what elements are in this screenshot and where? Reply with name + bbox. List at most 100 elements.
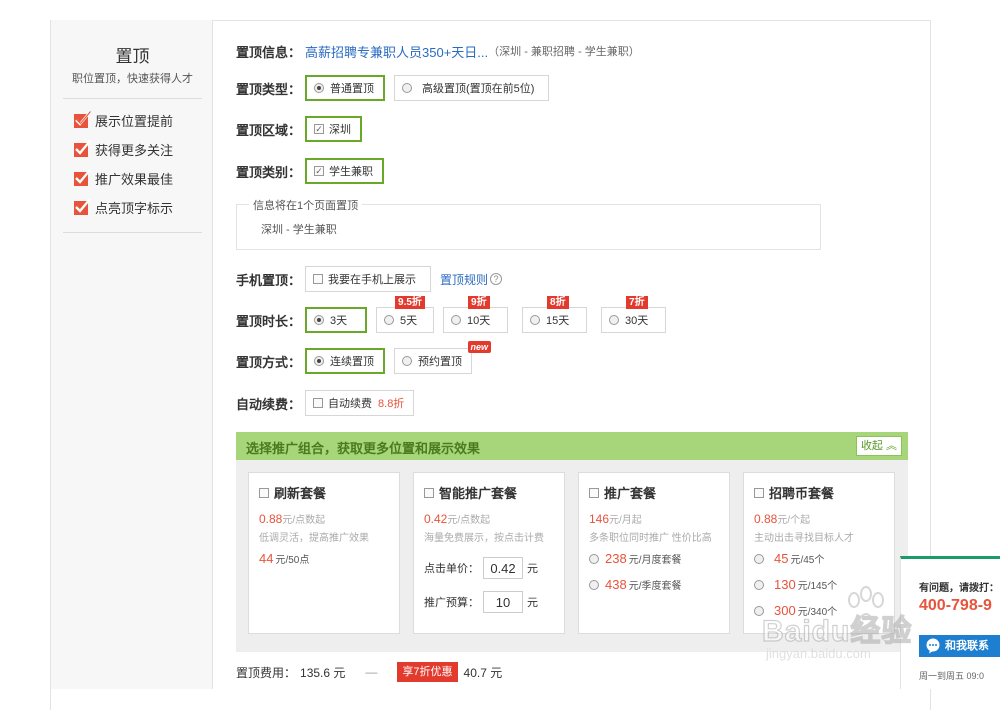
fee-original: 135.6 元 xyxy=(300,665,346,680)
budget-label: 推广预算： xyxy=(424,597,479,609)
promo-title: 选择推广组合，获取更多位置和展示效果 xyxy=(246,441,481,456)
price-unit: 元/月起 xyxy=(609,515,642,526)
checkbox-icon[interactable] xyxy=(589,487,599,498)
info-row: 置顶信息： 高薪招聘专兼职人员350+天日... （深圳 - 兼职招聘 - 学生… xyxy=(236,38,640,64)
duration-option-label: 5天 xyxy=(400,315,418,327)
mobile-option[interactable]: 我要在手机上展示 xyxy=(305,266,432,292)
method-option-scheduled[interactable]: 预约置顶 new xyxy=(394,341,492,374)
renew-label: 自动续费： xyxy=(236,396,302,412)
category-row: 置顶类别： ✓ 学生兼职 xyxy=(236,158,393,184)
checkbox-icon[interactable] xyxy=(259,487,269,498)
job-link[interactable]: 高薪招聘专兼职人员350+天日... xyxy=(305,42,488,61)
plan-option[interactable]: 438 元/季度套餐 xyxy=(589,577,681,592)
renew-discount: 8.8折 xyxy=(378,398,405,410)
radio-icon xyxy=(384,315,395,325)
price-unit: 元/个起 xyxy=(777,515,811,526)
radio-icon xyxy=(589,579,599,590)
left-sidebar: 置顶 职位置顶，快速获得人才 展示位置提前 获得更多关注 推广效果最佳 点亮顶字… xyxy=(50,20,213,689)
promo-header: 选择推广组合，获取更多位置和展示效果 收起 ︽ xyxy=(236,432,908,460)
package-title[interactable]: 智能推广套餐 xyxy=(424,483,517,502)
support-panel: 有问题，请拨打： 400-798-9 和我联系 周一到周五 09:0 xyxy=(900,556,1000,689)
duration-option-label: 3天 xyxy=(330,315,348,327)
discount-badge: 9.5折 xyxy=(395,296,425,309)
checkbox-checked-icon: ✓ xyxy=(314,166,325,176)
package-title[interactable]: 招聘币套餐 xyxy=(754,483,834,502)
pages-info-box: 信息将在1个页面置顶 深圳 - 学生兼职 xyxy=(236,197,821,250)
package-title[interactable]: 刷新套餐 xyxy=(259,483,326,502)
red-checkmark-icon xyxy=(73,140,91,158)
mobile-label: 手机置顶： xyxy=(236,272,302,288)
renew-row: 自动续费： 自动续费 8.8折 xyxy=(236,390,423,416)
package-desc: 多条职位同时推广 性价比高 xyxy=(589,533,712,544)
bid-field-row: 点击单价： 元 xyxy=(424,557,538,579)
support-phone: 400-798-9 xyxy=(919,597,992,614)
category-label: 置顶类别： xyxy=(236,164,302,180)
checkbox-icon xyxy=(313,274,324,284)
feature-item: 展示位置提前 xyxy=(73,110,173,130)
package-offer: 44 元/50点 xyxy=(259,551,309,566)
duration-option-15[interactable]: 8折 15天 xyxy=(522,296,588,333)
sidebar-title: 置顶 xyxy=(115,47,150,66)
support-hours: 周一到周五 09:0 xyxy=(919,671,985,681)
package-card-promotion: 推广套餐 146元/月起 多条职位同时推广 性价比高 238 元/月度套餐 438… xyxy=(578,472,730,634)
offer-unit: 元/50点 xyxy=(275,555,310,566)
package-price: 0.88元/点数起 xyxy=(259,511,325,526)
checkbox-icon xyxy=(313,398,324,408)
new-badge: new xyxy=(467,341,492,353)
radio-selected-icon xyxy=(314,83,325,93)
budget-input[interactable] xyxy=(483,591,523,613)
duration-option-3[interactable]: 3天 xyxy=(305,307,368,333)
region-row: 置顶区域： ✓ 深圳 xyxy=(236,116,371,142)
plan-price: 300 xyxy=(774,603,796,618)
package-card-smart: 智能推广套餐 0.42元/点数起 海量免费展示，按点击计费 点击单价： 元 推广… xyxy=(413,472,565,634)
plan-unit: 元/季度套餐 xyxy=(628,581,682,592)
red-checkmark-icon xyxy=(73,169,91,187)
bid-input[interactable] xyxy=(483,557,523,579)
type-option-advanced[interactable]: 高级置顶(置顶在前5位) xyxy=(394,75,550,101)
region-value: 深圳 xyxy=(329,124,352,136)
duration-option-10[interactable]: 9折 10天 xyxy=(443,296,509,333)
duration-option-5[interactable]: 9.5折 5天 xyxy=(376,296,435,333)
renew-option[interactable]: 自动续费 8.8折 xyxy=(305,390,415,416)
price-value: 0.88 xyxy=(754,512,778,526)
sidebar-subtitle: 职位置顶，快速获得人才 xyxy=(72,73,193,85)
plan-unit: 元/45个 xyxy=(790,555,825,566)
price-value: 146 xyxy=(589,512,610,526)
collapse-label: 收起 xyxy=(860,440,883,452)
plan-option[interactable]: 300 元/340个 xyxy=(754,603,837,618)
method-option-label: 预约置顶 xyxy=(418,356,463,368)
feature-label: 展示位置提前 xyxy=(95,113,174,129)
chevron-up-icon: ︽ xyxy=(886,440,897,452)
price-unit: 元/点数起 xyxy=(282,515,326,526)
checkbox-icon[interactable] xyxy=(754,487,764,498)
type-option-normal[interactable]: 普通置顶 xyxy=(305,75,386,101)
method-option-continuous[interactable]: 连续置顶 xyxy=(305,348,386,374)
checkbox-icon[interactable] xyxy=(424,487,434,498)
type-option-label: 普通置顶 xyxy=(330,83,375,95)
package-title-text: 推广套餐 xyxy=(604,486,657,501)
type-option-label: 高级置顶(置顶在前5位) xyxy=(422,83,535,95)
region-option[interactable]: ✓ 深圳 xyxy=(305,116,363,142)
help-icon[interactable]: ? xyxy=(490,273,503,285)
type-row: 置顶类型： 普通置顶 高级置顶(置顶在前5位) xyxy=(236,75,558,101)
radio-icon xyxy=(754,605,764,616)
radio-icon xyxy=(530,315,541,325)
fee-dash: — xyxy=(365,665,378,679)
plan-option[interactable]: 238 元/月度套餐 xyxy=(589,551,681,566)
price-unit: 元/点数起 xyxy=(447,515,491,526)
package-title[interactable]: 推广套餐 xyxy=(589,483,656,502)
plan-option[interactable]: 45 元/45个 xyxy=(754,551,824,566)
rules-link[interactable]: 置顶规则 xyxy=(440,271,488,288)
plan-unit: 元/月度套餐 xyxy=(628,555,682,566)
checkbox-checked-icon: ✓ xyxy=(314,124,325,134)
duration-option-30[interactable]: 7折 30天 xyxy=(601,296,667,333)
pages-info-text: 深圳 - 学生兼职 xyxy=(261,224,337,236)
plan-price: 45 xyxy=(774,551,789,566)
plan-option[interactable]: 130 元/145个 xyxy=(754,577,837,592)
feature-item: 推广效果最佳 xyxy=(73,168,173,188)
radio-icon xyxy=(402,356,413,366)
package-title-text: 刷新套餐 xyxy=(274,486,327,501)
collapse-button[interactable]: 收起 ︽ xyxy=(855,436,902,456)
category-option[interactable]: ✓ 学生兼职 xyxy=(305,158,385,184)
contact-button[interactable]: 和我联系 xyxy=(919,635,1000,657)
